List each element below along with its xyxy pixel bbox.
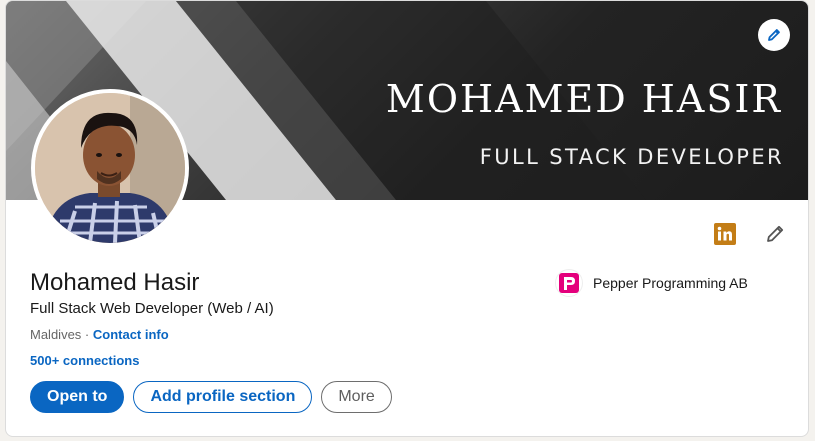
current-company[interactable]: Pepper Programming AB <box>555 269 748 297</box>
profile-name: Mohamed Hasir <box>30 269 200 296</box>
profile-headline: Full Stack Web Developer (Web / AI) <box>30 300 274 317</box>
profile-card: MOHAMED HASIR FULL STACK DEVELOPER Moham… <box>5 0 809 437</box>
separator-dot: · <box>81 327 93 342</box>
contact-info-link[interactable]: Contact info <box>93 327 169 342</box>
location-text: Maldives <box>30 327 82 342</box>
pencil-icon <box>768 29 780 41</box>
open-to-button[interactable]: Open to <box>30 381 125 413</box>
company-logo <box>555 269 583 297</box>
banner-subtitle: FULL STACK DEVELOPER <box>479 145 784 169</box>
pepper-logo-icon <box>559 273 579 293</box>
profile-actions: Open to Add profile section More <box>30 381 392 413</box>
more-button[interactable]: More <box>321 381 392 413</box>
edit-banner-button[interactable] <box>758 19 790 51</box>
company-name: Pepper Programming AB <box>593 275 748 291</box>
banner-title: MOHAMED HASIR <box>385 77 782 121</box>
avatar[interactable] <box>31 89 189 247</box>
connections-link[interactable]: 500+ connections <box>30 353 139 368</box>
edit-intro-pencil-icon[interactable] <box>764 223 786 245</box>
add-profile-section-button[interactable]: Add profile section <box>133 381 313 413</box>
location-line: Maldives · Contact info <box>30 327 169 342</box>
profile-photo <box>35 93 185 243</box>
linkedin-icon[interactable] <box>714 223 736 245</box>
